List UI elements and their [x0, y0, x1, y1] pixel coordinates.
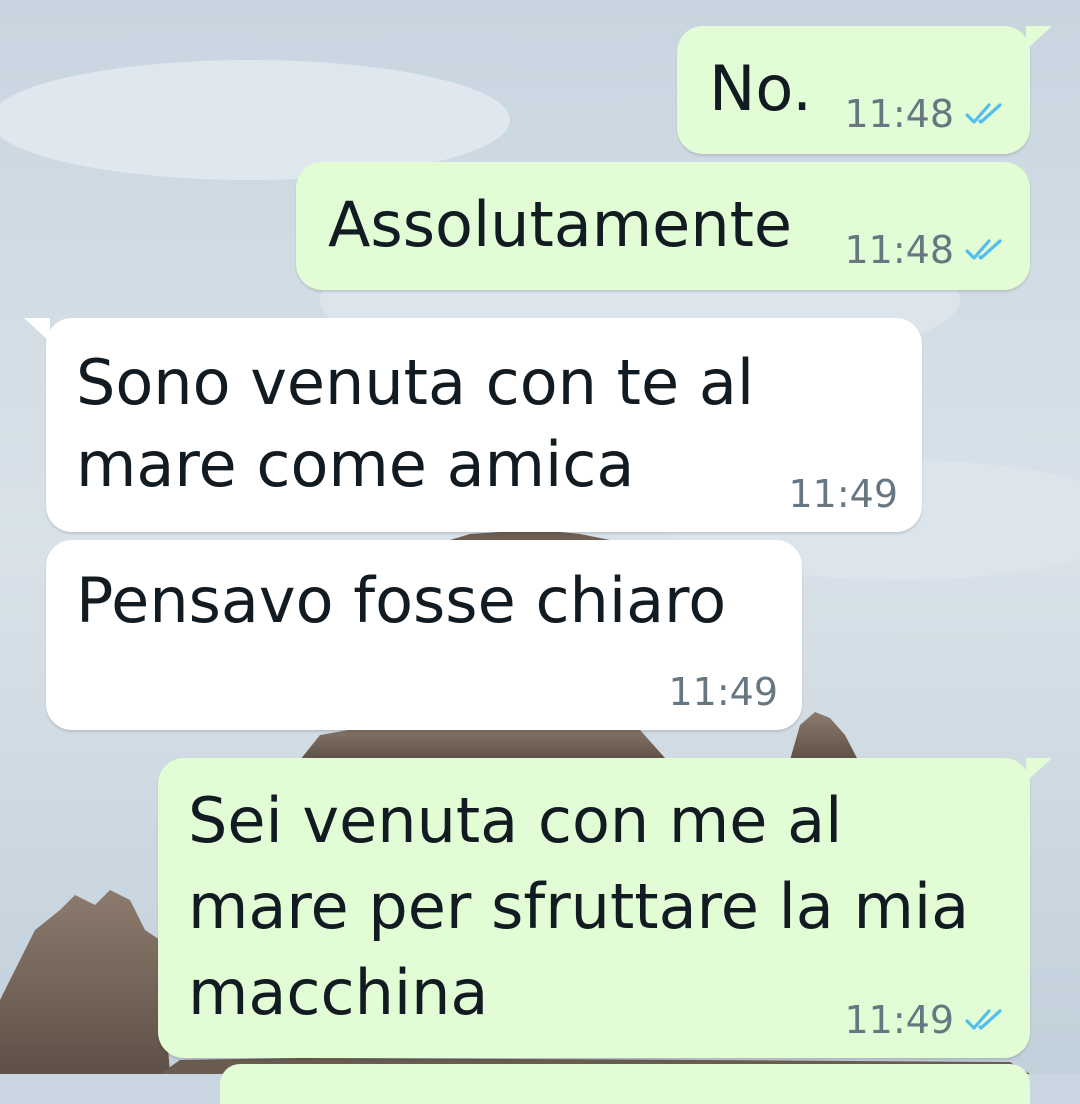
bubble-tail: [1026, 26, 1052, 50]
message-meta: 11:49: [668, 670, 778, 714]
message-bubble-outgoing[interactable]: Assolutamente 11:48: [296, 162, 1030, 290]
message-text-line: macchina: [188, 956, 489, 1029]
double-check-icon: [965, 103, 1002, 124]
message-meta: 11:49: [788, 472, 898, 516]
message-text-line: Sei venuta con me al: [188, 784, 843, 857]
bubble-tail: [24, 318, 50, 342]
message-text: No.: [709, 52, 812, 125]
message-time: 11:49: [844, 998, 954, 1042]
message-bubble-outgoing[interactable]: Sei venuta con me al mare per sfruttare …: [158, 758, 1052, 1058]
bubble-tail: [1026, 758, 1052, 782]
message-meta: 11:48: [844, 228, 1008, 272]
message-bubble-incoming[interactable]: Pensavo fosse chiaro 11:49: [46, 540, 802, 730]
message-text-line: mare per sfruttare la mia: [188, 870, 970, 943]
message-meta: 11:49: [844, 998, 1008, 1042]
message-time: 11:48: [844, 228, 954, 272]
message-meta: 11:48: [844, 92, 1008, 136]
double-check-icon: [965, 239, 1002, 260]
double-check-icon: [965, 1009, 1002, 1030]
message-text-line: mare come amica: [76, 428, 635, 501]
message-bubble-incoming[interactable]: Sono venuta con te al mare come amica 11…: [24, 318, 922, 532]
message-text-line: Sono venuta con te al: [76, 346, 755, 419]
message-time: 11:49: [788, 472, 898, 516]
message-time: 11:48: [844, 92, 954, 136]
message-bubble-outgoing-partial[interactable]: [220, 1064, 1030, 1104]
message-time: 11:49: [668, 670, 778, 714]
message-text: Assolutamente: [328, 188, 793, 261]
message-bubble-outgoing[interactable]: No. 11:48: [677, 26, 1052, 154]
message-text: Pensavo fosse chiaro: [76, 564, 727, 637]
